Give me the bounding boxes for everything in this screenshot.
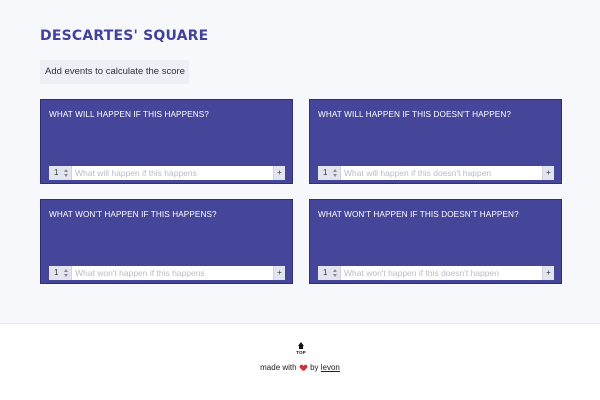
weight-stepper[interactable]: 1 <box>49 166 72 180</box>
quadrant-wont-happen-if-not: WHAT WON'T HAPPEN IF THIS DOESN'T HAPPEN… <box>309 199 562 284</box>
event-input-row: 1 + <box>49 166 285 180</box>
footer: TOP made with by levon <box>0 323 600 400</box>
quadrant-wont-happen-if-happens: WHAT WON'T HAPPEN IF THIS HAPPENS? 1 + <box>40 199 293 284</box>
event-input-row: 1 + <box>318 266 554 280</box>
weight-stepper[interactable]: 1 <box>318 266 341 280</box>
score-text: Add events to calculate the score <box>40 60 189 84</box>
quadrant-question: WHAT WON'T HAPPEN IF THIS DOESN'T HAPPEN… <box>318 210 519 219</box>
weight-value: 1 <box>54 168 59 177</box>
quadrant-question: WHAT WON'T HAPPEN IF THIS HAPPENS? <box>49 210 217 219</box>
spinner-icon[interactable] <box>333 168 338 178</box>
spinner-icon[interactable] <box>64 168 69 178</box>
by-text: by <box>310 363 319 372</box>
add-event-button[interactable]: + <box>273 166 285 180</box>
heart-icon <box>300 365 307 371</box>
event-input[interactable] <box>344 266 540 280</box>
quadrant-will-happen-if-not: WHAT WILL HAPPEN IF THIS DOESN'T HAPPEN?… <box>309 99 562 184</box>
weight-stepper[interactable]: 1 <box>49 266 72 280</box>
weight-stepper[interactable]: 1 <box>318 166 341 180</box>
event-input-row: 1 + <box>49 266 285 280</box>
weight-value: 1 <box>323 268 328 277</box>
weight-value: 1 <box>323 168 328 177</box>
made-with-text: made with <box>260 363 297 372</box>
quadrant-question: WHAT WILL HAPPEN IF THIS HAPPENS? <box>49 110 209 119</box>
spinner-icon[interactable] <box>64 268 69 278</box>
page-title: DESCARTES' SQUARE <box>40 28 209 44</box>
credits: made with by levon <box>0 363 600 372</box>
top-label: TOP <box>296 350 306 355</box>
author-link[interactable]: levon <box>321 363 340 372</box>
add-event-button[interactable]: + <box>273 266 285 280</box>
back-to-top-link[interactable]: TOP <box>294 342 308 355</box>
event-input[interactable] <box>344 166 540 180</box>
add-event-button[interactable]: + <box>542 266 554 280</box>
event-input-row: 1 + <box>318 166 554 180</box>
spinner-icon[interactable] <box>333 268 338 278</box>
weight-value: 1 <box>54 268 59 277</box>
quadrant-question: WHAT WILL HAPPEN IF THIS DOESN'T HAPPEN? <box>318 110 512 119</box>
event-input[interactable] <box>75 266 271 280</box>
quadrant-will-happen-if-happens: WHAT WILL HAPPEN IF THIS HAPPENS? 1 + <box>40 99 293 184</box>
add-event-button[interactable]: + <box>542 166 554 180</box>
event-input[interactable] <box>75 166 271 180</box>
